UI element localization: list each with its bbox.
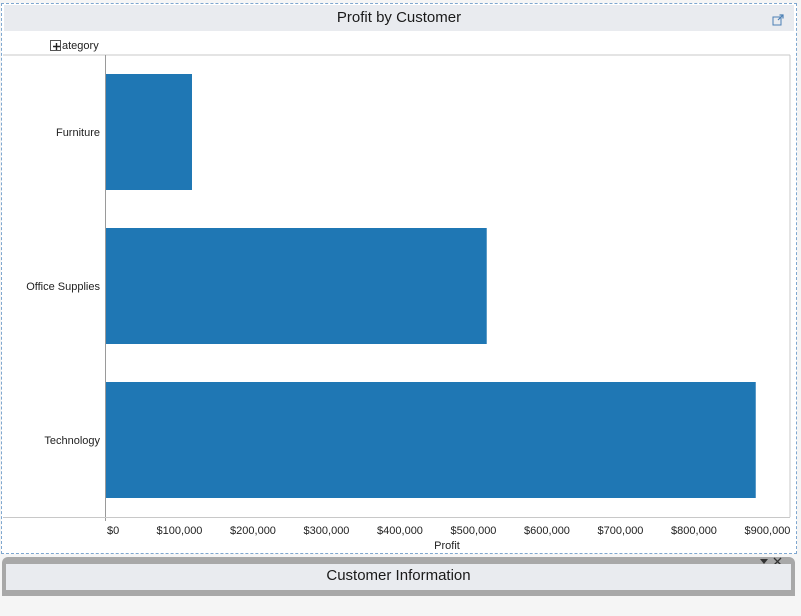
x-tick-label: $0	[107, 525, 119, 537]
x-tick-label: $800,000	[671, 525, 717, 537]
bar-chart: Furniture Office Supplies Technology $0 $100…	[3, 54, 791, 552]
x-tick-label: $700,000	[598, 525, 644, 537]
category-label: Technology	[44, 435, 100, 447]
resize-grip-icon[interactable]	[381, 558, 413, 571]
bar-office-supplies	[106, 228, 487, 344]
bottom-panel-title: Customer Information	[326, 567, 471, 584]
bar-technology	[106, 382, 756, 498]
x-tick-label: $200,000	[230, 525, 276, 537]
customer-information-panel: Customer Information	[2, 557, 795, 596]
x-axis-title: Profit	[434, 540, 460, 552]
x-tick-label: $300,000	[304, 525, 350, 537]
bar-furniture	[106, 74, 192, 190]
x-tick-label: $600,000	[524, 525, 570, 537]
bottom-title-bar: Customer Information	[6, 564, 791, 590]
footer-strip	[0, 596, 801, 616]
x-tick-label: $900,000	[745, 525, 791, 537]
category-label: Furniture	[56, 127, 100, 139]
x-tick-label: $400,000	[377, 525, 423, 537]
x-tick-label: $100,000	[157, 525, 203, 537]
category-label: Office Supplies	[26, 281, 100, 293]
x-tick-label: $500,000	[451, 525, 497, 537]
